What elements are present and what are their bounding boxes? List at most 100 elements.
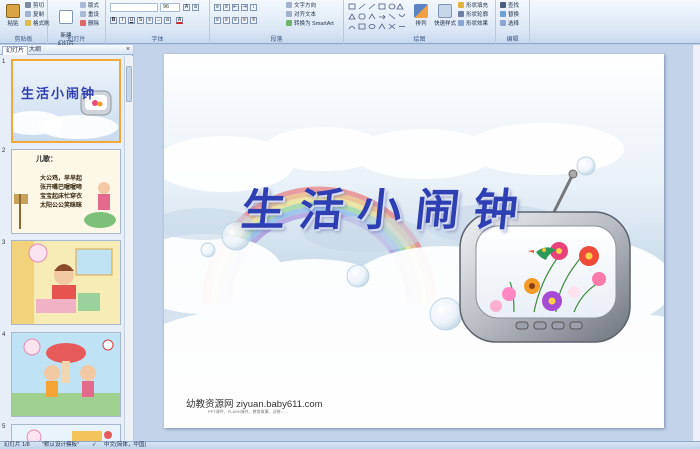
- clipboard-group: 粘贴 剪切 复制 格式刷 剪贴板: [0, 0, 50, 44]
- shape-fill-button[interactable]: 形状填充: [458, 2, 488, 11]
- thumb-number: 1: [2, 59, 6, 65]
- group-label-editing: 编辑: [506, 37, 519, 43]
- font-name-box[interactable]: [110, 3, 158, 12]
- slide-title[interactable]: 生活小闹钟: [239, 174, 536, 238]
- group-label-paragraph: 段落: [270, 37, 283, 43]
- select-button[interactable]: 选择: [500, 20, 519, 29]
- reset-icon: [80, 11, 86, 17]
- format-painter-button[interactable]: 格式刷: [25, 20, 50, 29]
- language[interactable]: 中文(简体，中国): [104, 442, 146, 449]
- effects-icon: [458, 20, 464, 26]
- thumbnail-2-heading: 儿歌：: [36, 156, 57, 163]
- editing-group: 查找 替换 选择 编辑: [496, 0, 530, 44]
- decrease-indent-icon[interactable]: ⇤: [232, 4, 239, 11]
- grow-font-icon[interactable]: A: [183, 4, 190, 11]
- shape-effects-button[interactable]: 形状效果: [458, 20, 488, 29]
- new-slide-button[interactable]: 新建 幻灯片: [54, 2, 78, 47]
- smartart-icon: [286, 20, 292, 26]
- tab-slides[interactable]: 幻灯片: [2, 46, 29, 55]
- align-text-icon: [286, 11, 292, 17]
- align-left-icon[interactable]: ≡: [214, 17, 221, 24]
- fill-bucket-icon: [458, 2, 464, 8]
- spellcheck-icon[interactable]: ✓: [92, 442, 97, 449]
- slide-scrollbar[interactable]: [692, 45, 700, 441]
- copy-button[interactable]: 复制: [25, 11, 44, 20]
- italic-icon[interactable]: I: [119, 17, 126, 24]
- pen-icon: [458, 11, 464, 17]
- paragraph-group: ≡ ≡ ⇤ ⇥ ↕ ≡ ≡ ≡ ≡ ⫴ 文字方向 对齐文本 转换为 SmartA…: [210, 0, 344, 44]
- scrollbar-thumb[interactable]: [126, 66, 132, 102]
- group-label-font: 字体: [151, 37, 164, 43]
- thumbnail-scrollbar[interactable]: [124, 56, 133, 441]
- slide-background-art: [164, 54, 664, 428]
- layout-button[interactable]: 版式: [80, 2, 99, 11]
- change-case-icon[interactable]: a: [164, 17, 171, 24]
- slide-editor: 生活小闹钟 幼教资源网 ziyuan.baby611.com PPT课件、FLA…: [134, 45, 700, 441]
- slides-group: 新建 幻灯片 版式 重设 删除 幻灯片: [48, 0, 106, 47]
- columns-icon[interactable]: ⫴: [250, 17, 257, 24]
- shadow-icon[interactable]: s: [146, 17, 153, 24]
- drawing-group: 排列 快速样式 形状填充 形状轮廓 形状效果 绘图: [344, 0, 496, 44]
- font-color-icon[interactable]: A: [176, 17, 183, 24]
- shape-outline-button[interactable]: 形状轮廓: [458, 11, 488, 20]
- slide-thumbnail-5[interactable]: [11, 424, 121, 441]
- poem-line: 张开嘴巴喔喔啼: [40, 184, 83, 191]
- quick-styles-button[interactable]: 快速样式: [432, 2, 458, 32]
- quick-styles-icon: [438, 4, 452, 18]
- shrink-font-icon[interactable]: a: [192, 4, 199, 11]
- thumbnail-5-art: [12, 425, 120, 441]
- close-pane-icon[interactable]: ×: [126, 46, 130, 54]
- delete-slide-button[interactable]: 删除: [80, 20, 99, 29]
- font-size-box[interactable]: 96: [160, 3, 180, 12]
- align-right-icon[interactable]: ≡: [232, 17, 239, 24]
- tab-outline[interactable]: 大纲: [26, 46, 44, 55]
- align-text-button[interactable]: 对齐文本: [286, 11, 316, 20]
- justify-icon[interactable]: ≡: [241, 17, 248, 24]
- poem-line: 宝宝起床忙穿衣: [40, 193, 83, 200]
- bullets-icon[interactable]: ≡: [214, 4, 221, 11]
- underline-icon[interactable]: U: [128, 17, 135, 24]
- increase-indent-icon[interactable]: ⇥: [241, 4, 248, 11]
- watermark-text: 幼教资源网 ziyuan.baby611.com: [186, 399, 323, 410]
- smartart-button[interactable]: 转换为 SmartArt: [286, 20, 334, 29]
- new-slide-icon: [59, 10, 73, 24]
- brush-icon: [25, 20, 31, 26]
- find-button[interactable]: 查找: [500, 2, 519, 11]
- slide-thumbnail-2[interactable]: 儿歌： 大公鸡，早早起 张开嘴巴喔喔啼 宝宝起床忙穿衣 太阳公公笑眯眯: [11, 149, 121, 234]
- status-bar: 幻灯片 1/8 "默认设计模板" ✓ 中文(简体，中国): [0, 441, 700, 449]
- thumb-number: 2: [2, 148, 6, 154]
- binoculars-icon: [500, 2, 506, 8]
- slide-thumbnail-3[interactable]: [11, 240, 121, 325]
- slide-thumbnail-4[interactable]: [11, 332, 121, 417]
- bold-icon[interactable]: B: [110, 17, 117, 24]
- thumbnail-2-poem: 大公鸡，早早起 张开嘴巴喔喔啼 宝宝起床忙穿衣 太阳公公笑眯眯: [40, 174, 82, 210]
- thumb-number: 5: [2, 424, 6, 430]
- arrange-button[interactable]: 排列: [410, 2, 432, 32]
- numbering-icon[interactable]: ≡: [223, 4, 230, 11]
- char-spacing-icon[interactable]: ↔: [155, 17, 162, 24]
- reset-button[interactable]: 重设: [80, 11, 99, 20]
- strikethrough-icon[interactable]: S: [137, 17, 144, 24]
- thumbnail-1-title: 生活小闹钟: [21, 87, 97, 102]
- font-group: 96 A a B I U S s ↔ a A 字体: [106, 0, 210, 44]
- replace-button[interactable]: 替换: [500, 11, 519, 20]
- thumbnail-3-art: [12, 241, 120, 324]
- align-center-icon[interactable]: ≡: [223, 17, 230, 24]
- paste-button[interactable]: 粘贴: [2, 2, 24, 32]
- copy-icon: [25, 11, 31, 17]
- slide-thumbnail-1[interactable]: 生活小闹钟: [11, 59, 121, 143]
- slide-count: 幻灯片 1/8: [4, 442, 30, 448]
- line-spacing-icon[interactable]: ↕: [250, 4, 257, 11]
- shapes-gallery[interactable]: [347, 2, 407, 32]
- current-slide[interactable]: 生活小闹钟 幼教资源网 ziyuan.baby611.com PPT课件、FLA…: [164, 54, 664, 428]
- arrange-icon: [414, 4, 428, 18]
- poem-line: 大公鸡，早早起: [40, 175, 83, 182]
- layout-icon: [80, 2, 86, 8]
- text-direction-button[interactable]: 文字方向: [286, 2, 316, 11]
- group-label-clipboard: 剪贴板: [14, 37, 33, 43]
- text-direction-icon: [286, 2, 292, 8]
- group-label-slides: 幻灯片: [67, 37, 86, 43]
- delete-icon: [80, 20, 86, 26]
- cut-button[interactable]: 剪切: [25, 2, 44, 11]
- poem-line: 太阳公公笑眯眯: [40, 202, 83, 209]
